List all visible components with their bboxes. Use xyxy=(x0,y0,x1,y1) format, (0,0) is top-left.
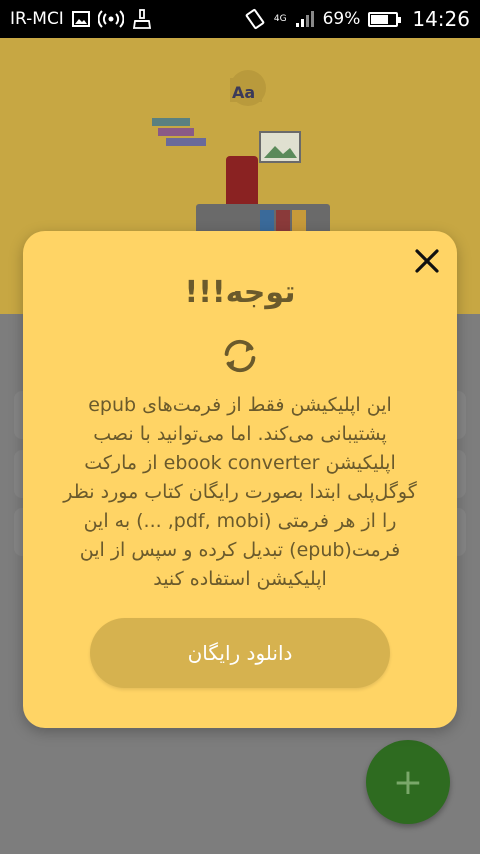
status-bar: IR-MCI 4G 69% 14:26 xyxy=(0,0,480,38)
hotspot-icon xyxy=(97,9,124,29)
image-icon xyxy=(71,10,90,28)
screen-rotation-icon xyxy=(244,8,266,30)
plus-icon: + xyxy=(392,761,424,803)
carrier-name: IR-MCI xyxy=(10,9,64,29)
dialog-message: این اپلیکیشن فقط از فرمت‌های epub پشتیبا… xyxy=(63,394,417,590)
dialog-title: توجه!!! xyxy=(184,275,296,310)
free-download-button[interactable]: دانلود رایگان xyxy=(90,618,390,688)
status-right: 4G 69% 14:26 xyxy=(244,7,470,31)
battery-percent: 69% xyxy=(322,9,361,29)
network-type: 4G xyxy=(273,13,287,24)
svg-text:Aa: Aa xyxy=(232,83,255,102)
signal-icon xyxy=(295,10,315,28)
broom-icon xyxy=(132,9,152,29)
notice-dialog: توجه!!! این اپلیکیشن فقط از فرمت‌های epu… xyxy=(23,231,457,728)
clock: 14:26 xyxy=(412,7,470,31)
close-button[interactable] xyxy=(411,245,443,277)
add-button[interactable]: + xyxy=(366,740,450,824)
status-left: IR-MCI xyxy=(10,9,152,29)
battery-icon xyxy=(368,11,402,27)
close-icon xyxy=(415,249,439,273)
sync-icon xyxy=(224,339,256,373)
